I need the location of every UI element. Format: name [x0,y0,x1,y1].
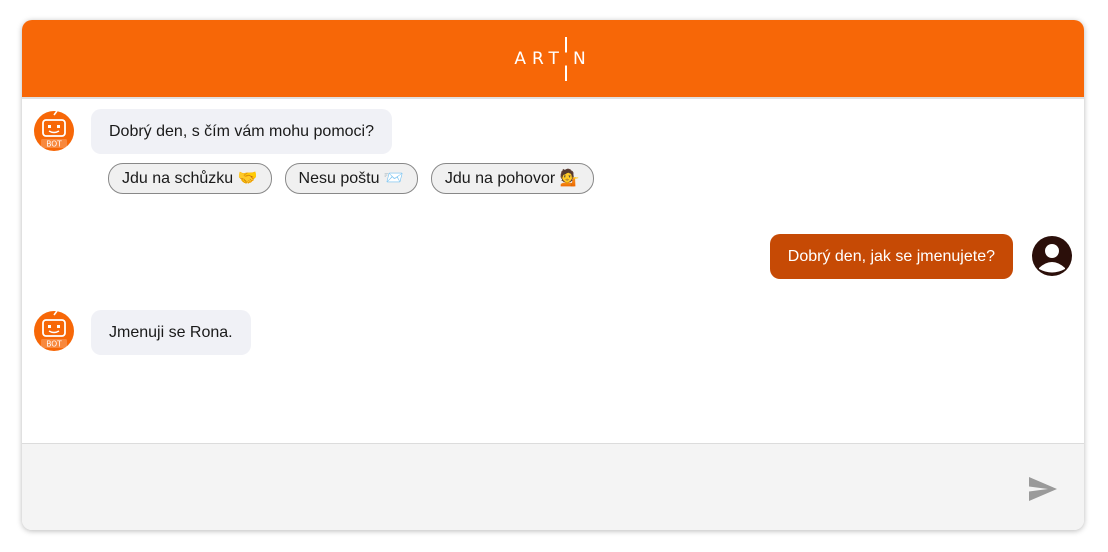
artin-logo: ART N [514,36,592,81]
quick-reply-mail[interactable]: Nesu poštu 📨 [284,163,418,194]
user-message: Dobrý den, jak se jmenujete? [769,234,1013,279]
send-icon [1029,477,1057,501]
bot-avatar: BOT [34,311,74,351]
svg-text:BOT: BOT [46,340,62,349]
bot-message: Jmenuji se Rona. [91,310,251,355]
composer [22,443,1084,530]
user-avatar [1032,236,1072,276]
logo-divider [564,36,567,81]
quick-reply-interview[interactable]: Jdu na pohovor 💁 [430,163,594,194]
quick-replies: Jdu na schůzku 🤝 Nesu poštu 📨 Jdu na poh… [108,163,594,194]
user-avatar-icon [1032,236,1072,276]
logo-text-left: ART [514,48,565,69]
logo-text-right: N [572,48,592,69]
svg-text:BOT: BOT [46,140,62,149]
robot-icon: BOT [41,311,67,349]
message-input[interactable] [22,444,1012,530]
send-button[interactable] [1028,476,1058,502]
chat-header: ART N [22,20,1084,97]
bot-avatar: BOT [34,111,74,151]
bot-message: Dobrý den, s čím vám mohu pomoci? [91,109,392,154]
quick-reply-meeting[interactable]: Jdu na schůzku 🤝 [108,163,272,194]
message-list: BOT Dobrý den, s čím vám mohu pomoci? Jd… [22,99,1084,443]
chat-widget: ART N BOT Dobrý den, s čím vám mohu pomo… [22,20,1084,530]
robot-icon: BOT [41,111,67,149]
